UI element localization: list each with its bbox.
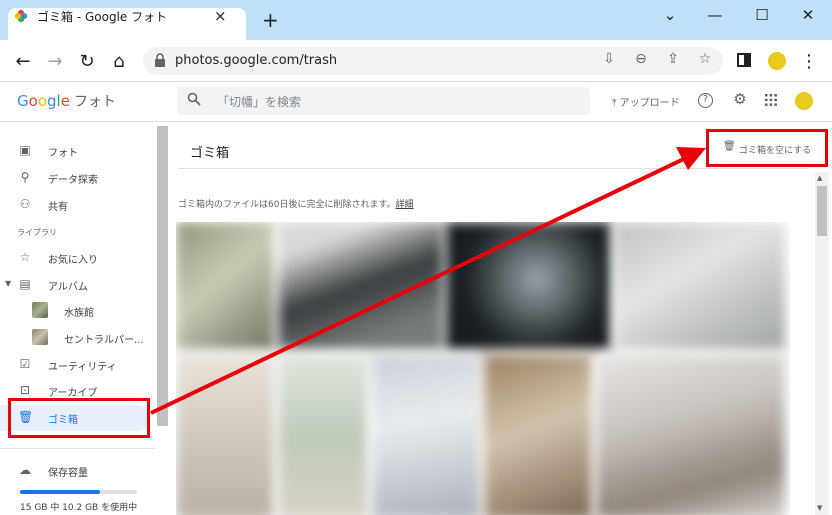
sidebar-item-sharing[interactable]: ⚇ 共有 (0, 192, 150, 218)
upload-button[interactable]: ⤒ アップロード (612, 94, 680, 109)
archive-icon: ⊡ (19, 383, 31, 397)
logo-letter: G (17, 92, 29, 110)
search-icon[interactable] (187, 92, 201, 106)
tab-search-chevron-icon[interactable]: ⌄ (657, 6, 683, 24)
logo-letter: g (47, 92, 57, 110)
google-photos-favicon-icon (14, 9, 28, 23)
logo-letter: o (37, 92, 47, 110)
blurred-photo-thumbnail[interactable] (176, 222, 274, 350)
sidebar-divider (0, 448, 155, 449)
help-icon[interactable]: ? (698, 93, 713, 108)
sidebar-item-label: 共有 (48, 202, 68, 213)
tab-title: ゴミ箱 - Google フォト (37, 10, 168, 24)
search-icon: ⚲ (20, 170, 30, 184)
blurred-photo-thumbnail[interactable] (176, 354, 274, 515)
minimize-button[interactable]: — (702, 6, 728, 24)
reload-button[interactable]: ↻ (76, 51, 98, 72)
trash-notice: ゴミ箱内のファイルは60日後に完全に削除されます。詳細 (178, 197, 414, 210)
page-title: ゴミ箱 (190, 146, 230, 161)
apps-grid-icon[interactable] (765, 94, 777, 106)
album-thumbnail (32, 329, 48, 345)
sidebar-item-explore[interactable]: ⚲ データ探索 (0, 165, 150, 191)
storage-usage-text: 15 GB 中 10.2 GB を使用中 (20, 503, 138, 513)
blurred-photo-thumbnail[interactable] (278, 222, 443, 350)
back-button[interactable]: ← (12, 51, 34, 72)
sidebar-item-label: アルバム (48, 282, 88, 293)
annotation-highlight-empty-trash (706, 129, 828, 167)
details-link[interactable]: 詳細 (396, 200, 414, 210)
annotation-highlight-trash (8, 398, 150, 438)
trash-notice-text: ゴミ箱内のファイルは60日後に完全に削除されます。 (178, 200, 396, 210)
maximize-button[interactable]: ☐ (749, 6, 775, 24)
lock-icon[interactable] (154, 53, 166, 67)
blurred-photo-thumbnail[interactable] (596, 354, 785, 515)
home-button[interactable]: ⌂ (108, 51, 130, 72)
blurred-photo-thumbnail[interactable] (446, 222, 611, 350)
sidebar-item-label: 保存容量 (48, 468, 88, 479)
side-panel-icon[interactable] (737, 53, 751, 67)
browser-profile-avatar[interactable] (766, 50, 788, 72)
forward-button[interactable]: → (44, 51, 66, 72)
logo-letter: o (28, 92, 38, 110)
blurred-photo-thumbnail[interactable] (615, 222, 785, 350)
people-icon: ⚇ (19, 197, 31, 211)
photo-grid (176, 222, 790, 515)
album-item-aquarium[interactable]: 水族館 (30, 299, 155, 321)
sidebar-item-favorites[interactable]: ☆ お気に入り (0, 245, 150, 271)
bookmark-star-icon[interactable]: ☆ (696, 51, 714, 67)
sidebar-item-label: お気に入り (48, 255, 98, 266)
sidebar-scrollbar[interactable] (157, 126, 168, 426)
sidebar-item-label: フォト (48, 148, 78, 159)
sidebar-item-photos[interactable]: ▣ フォト (0, 138, 150, 164)
install-icon[interactable]: ⇩ (600, 51, 618, 67)
sidebar-item-label: データ探索 (48, 175, 98, 186)
sidebar-item-albums[interactable]: ▤ アルバム (0, 272, 150, 298)
sidebar-item-utilities[interactable]: ☑ ユーティリティ (0, 352, 150, 378)
close-window-button[interactable]: ✕ (795, 6, 821, 24)
main-scrollbar-thumb[interactable] (817, 186, 827, 236)
album-thumbnail (32, 302, 48, 318)
album-label: セントラルパー... (64, 335, 144, 346)
album-label: 水族館 (64, 308, 94, 319)
sidebar-item-label: アーカイブ (48, 388, 98, 399)
star-icon: ☆ (19, 250, 31, 264)
browser-menu-icon[interactable]: ⋮ (798, 51, 820, 72)
account-avatar[interactable] (793, 90, 815, 112)
blurred-photo-thumbnail[interactable] (278, 354, 368, 515)
logo-letter: e (60, 92, 70, 110)
tab-close-icon[interactable]: × (214, 7, 227, 25)
share-icon[interactable]: ⇪ (664, 51, 682, 67)
storage-progress-fill (20, 490, 100, 494)
google-photos-logo[interactable]: Google フォト (17, 91, 116, 111)
zoom-icon[interactable]: ⊖ (632, 51, 650, 67)
new-tab-button[interactable]: + (262, 10, 279, 30)
album-item-central-park[interactable]: セントラルパー... (30, 326, 155, 348)
search-placeholder[interactable]: 「切幡」を検索 (217, 93, 301, 110)
blurred-photo-thumbnail[interactable] (484, 354, 592, 515)
title-divider (178, 168, 808, 169)
settings-icon[interactable]: ⚙ (730, 90, 750, 108)
sidebar-item-storage[interactable]: ☁ 保存容量 (0, 458, 150, 484)
library-section-label: ライブラリ (17, 228, 57, 237)
album-icon: ▤ (19, 277, 31, 291)
sidebar-item-label: ユーティリティ (48, 362, 117, 373)
scroll-down-icon[interactable]: ▼ (817, 504, 822, 512)
utilities-icon: ☑ (19, 357, 31, 371)
photo-icon: ▣ (19, 143, 31, 157)
cloud-icon: ☁ (19, 463, 31, 477)
scroll-up-icon[interactable]: ▲ (817, 174, 822, 182)
product-name: フォト (73, 94, 116, 110)
blurred-photo-thumbnail[interactable] (372, 354, 480, 515)
url-text[interactable]: photos.google.com/trash (175, 53, 337, 68)
